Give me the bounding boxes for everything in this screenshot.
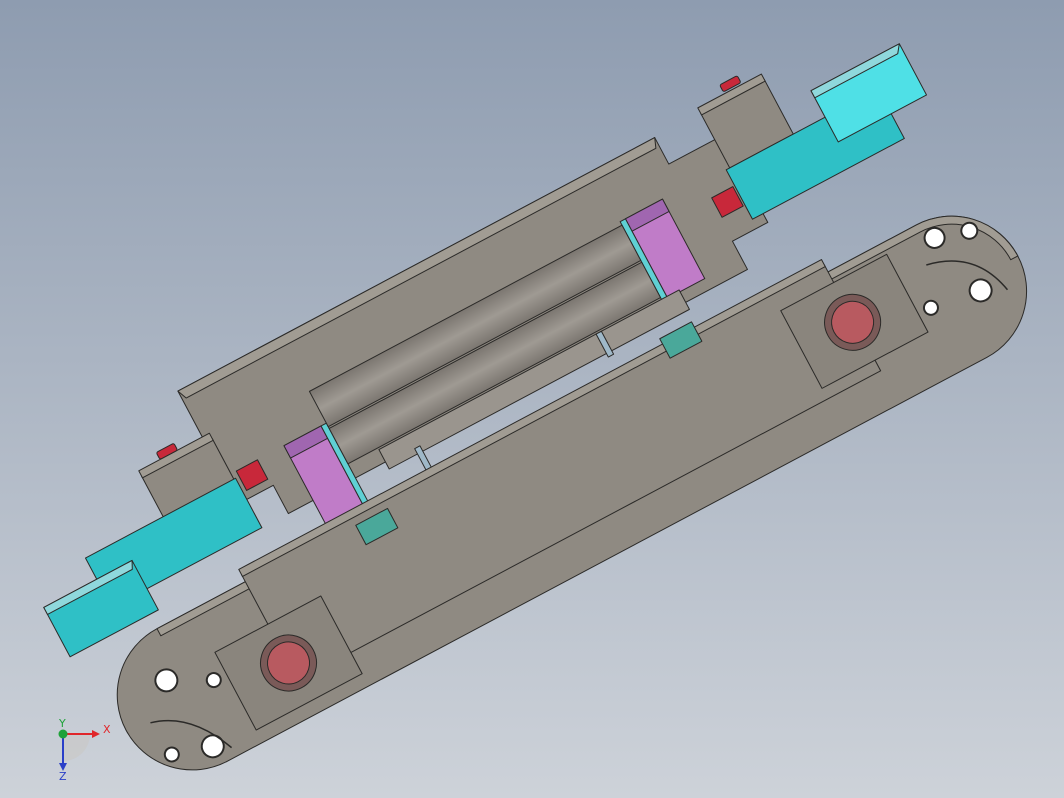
triad-label-x: X — [103, 723, 111, 736]
triad-y-axis-icon — [58, 729, 68, 739]
cad-3d-viewport[interactable]: X Y Z — [0, 0, 1064, 798]
triad-label-y: Y — [58, 717, 66, 730]
triad-label-z: Z — [59, 770, 67, 783]
